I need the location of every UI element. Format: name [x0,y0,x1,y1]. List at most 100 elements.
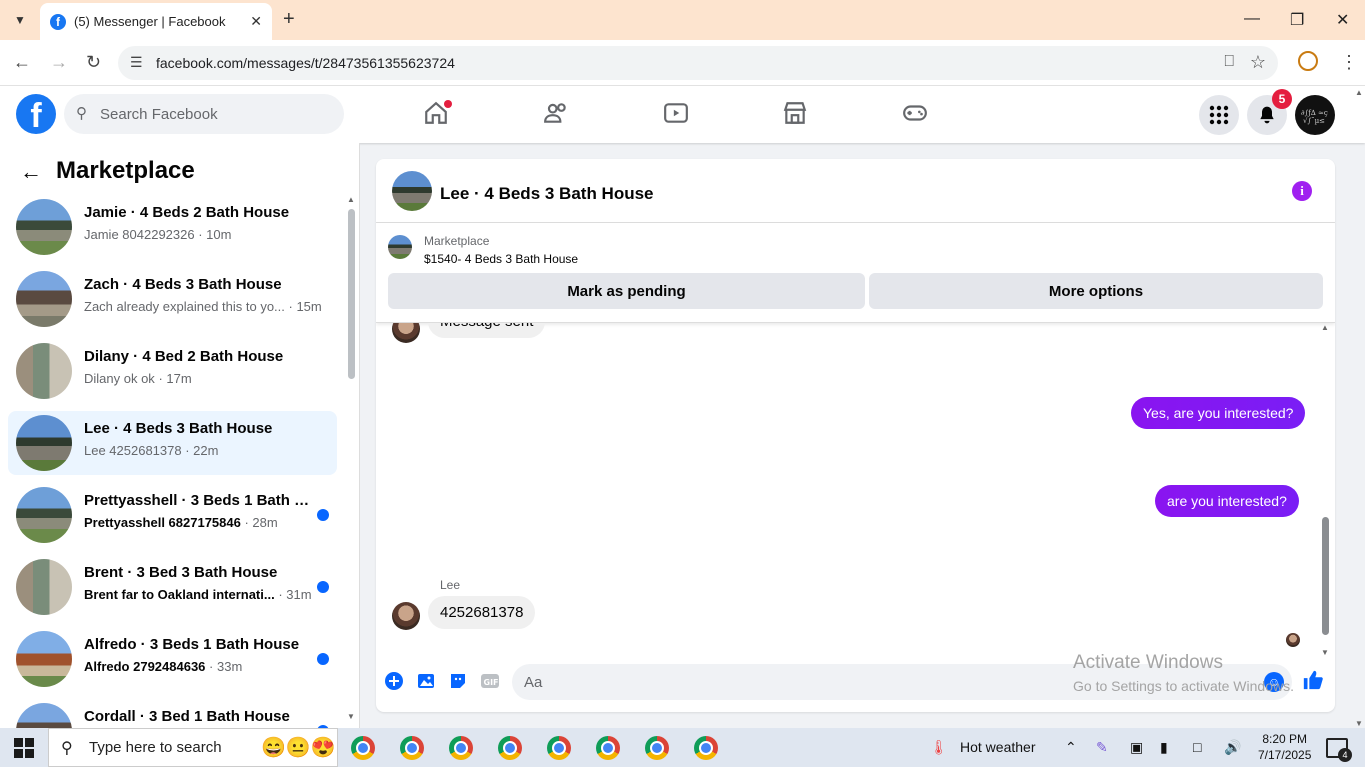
chrome-taskbar-icon[interactable] [400,736,424,760]
chat-scrollbar-thumb[interactable] [1322,517,1329,635]
chrome-taskbar-icon[interactable] [498,736,522,760]
more-options-button[interactable]: More options [869,273,1323,309]
listing-thumbnail [16,271,72,327]
clock-date: 7/17/2025 [1258,748,1312,762]
battery-icon[interactable]: ▮ [1160,739,1168,756]
unread-dot [317,653,329,665]
chat-listing-avatar[interactable] [392,171,432,211]
thermometer-icon[interactable]: 🌡 [930,739,948,756]
back-arrow-icon[interactable]: ← [20,159,42,185]
windows-taskbar: ⚲ Type here to search 😄😐😍 🌡 Hot weather … [0,728,1365,767]
listing-small-thumbnail [388,235,412,259]
chrome-taskbar-icon[interactable] [449,736,473,760]
meet-icon[interactable]: ▣ [1130,739,1143,756]
add-icon[interactable] [383,670,405,692]
photo-icon[interactable] [415,670,437,692]
back-icon[interactable]: ← [13,52,31,73]
install-app-icon[interactable]: ⎕ [1224,53,1234,71]
gaming-icon[interactable] [895,100,935,130]
notification-count-badge: 5 [1272,89,1292,109]
message-input[interactable]: Aa ☺ [512,664,1292,700]
account-avatar[interactable]: ∂∫ƒ∆ ≈ç √∫˜µ≤ [1295,95,1335,135]
chrome-taskbar-icon[interactable] [645,736,669,760]
url-text: facebook.com/messages/t/2847356135562372… [156,55,455,71]
chat-header: Lee · 4 Beds 3 Bath House i [376,159,1335,223]
tray-chevron-icon[interactable]: ⌃ [1065,739,1077,756]
facebook-header: f ⚲ Search Facebook 5 ∂∫ƒ∆ ≈ç √∫˜µ≤ [0,86,1365,143]
listing-title[interactable]: $1540- 4 Beds 3 Bath House [424,252,578,266]
listing-thumbnail [16,487,72,543]
action-center-icon[interactable]: 4 [1326,738,1352,762]
marketplace-icon[interactable] [775,100,815,130]
conversation-preview: Lee 4252681378 · 22m [84,443,219,458]
contact-avatar [392,602,420,630]
windows-start-icon[interactable] [14,738,34,758]
volume-icon[interactable]: 🔊 [1224,739,1241,756]
conversation-item[interactable]: Alfredo · 3 Beds 1 Bath House Alfredo 27… [8,627,337,691]
like-thumb-icon[interactable] [1302,669,1324,691]
tab-search-dropdown-icon[interactable]: ▼ [8,8,32,32]
tab-title: (5) Messenger | Facebook [74,14,226,29]
browser-tab[interactable]: f (5) Messenger | Facebook ✕ [40,3,272,40]
conversation-item[interactable]: Prettyasshell · 3 Beds 1 Bath H... Prett… [8,483,337,547]
unread-dot [317,509,329,521]
close-tab-icon[interactable]: ✕ [250,13,262,30]
sidebar-title: Marketplace [56,157,195,184]
chrome-taskbar-icon[interactable] [351,736,375,760]
conversation-item[interactable]: Zach · 4 Beds 3 Bath House Zach already … [8,267,337,331]
facebook-search-input[interactable]: ⚲ Search Facebook [64,94,344,134]
browser-menu-icon[interactable]: ⋮ [1340,52,1358,73]
contact-avatar [392,323,420,343]
listing-thumbnail [16,199,72,255]
conversation-preview: Jamie 8042292326 · 10m [84,227,232,242]
search-placeholder: Search Facebook [100,105,218,123]
bookmark-star-icon[interactable]: ☆ [1250,52,1266,73]
conversation-name: Lee · 4 Beds 3 Bath House [84,420,273,437]
conversation-name: Zach · 4 Beds 3 Bath House [84,276,282,293]
facebook-logo-icon[interactable]: f [16,94,56,134]
chat-title[interactable]: Lee · 4 Beds 3 Bath House [440,184,654,204]
network-icon[interactable]: □ [1193,739,1201,755]
site-settings-icon[interactable]: ☰ [130,54,143,71]
sticker-icon[interactable] [447,670,469,692]
outgoing-message: are you interested? [1155,485,1299,517]
system-clock[interactable]: 8:20 PM 7/17/2025 [1258,731,1311,763]
info-icon[interactable]: i [1292,181,1312,201]
page-scrollbar[interactable]: ▲ ▼ [1353,88,1365,728]
message-composer: GIF Aa ☺ [376,657,1335,712]
new-tab-icon[interactable]: + [283,9,295,29]
minimize-icon[interactable]: — [1244,10,1260,28]
taskbar-search-placeholder: Type here to search [89,739,222,756]
conversation-item[interactable]: Brent · 3 Bed 3 Bath House Brent far to … [8,555,337,619]
sidebar-scrollbar-thumb[interactable] [348,209,355,379]
restore-icon[interactable]: ❐ [1290,10,1304,30]
taskbar-search-input[interactable]: ⚲ Type here to search 😄😐😍 [48,728,338,767]
message-sender-name: Lee [440,578,461,592]
url-field[interactable]: ☰ facebook.com/messages/t/28473561355623… [118,46,1278,80]
chat-panel: Lee · 4 Beds 3 Bath House i Marketplace … [376,159,1335,712]
pen-icon[interactable]: ✎ [1096,739,1108,756]
message-list: Message sent Yes, are you interested? ar… [376,323,1335,653]
reload-icon[interactable]: ↻ [86,52,101,73]
conversation-item[interactable]: Cordall · 3 Bed 1 Bath House [8,699,337,728]
conversation-item-selected[interactable]: Lee · 4 Beds 3 Bath House Lee 4252681378… [8,411,337,475]
gif-icon[interactable]: GIF [479,670,501,692]
weather-text[interactable]: Hot weather [960,739,1035,755]
svg-text:∂∫ƒ∆ ≈ç: ∂∫ƒ∆ ≈ç [1301,109,1328,117]
video-icon[interactable] [656,100,696,130]
forward-icon[interactable]: → [50,52,68,73]
mark-as-pending-button[interactable]: Mark as pending [388,273,865,309]
profile-icon[interactable] [1298,51,1318,71]
chrome-taskbar-icon[interactable] [694,736,718,760]
conversation-item[interactable]: Jamie · 4 Beds 2 Bath House Jamie 804229… [8,195,337,259]
conversation-item[interactable]: Dilany · 4 Bed 2 Bath House Dilany ok ok… [8,339,337,403]
close-window-icon[interactable]: ✕ [1336,10,1349,30]
conversation-name: Brent · 3 Bed 3 Bath House [84,564,278,581]
conversation-name: Prettyasshell · 3 Beds 1 Bath H... [84,492,314,509]
emoji-icon[interactable]: ☺ [1264,672,1284,692]
chrome-taskbar-icon[interactable] [596,736,620,760]
menu-grid-icon[interactable] [1199,95,1239,135]
chrome-taskbar-icon[interactable] [547,736,571,760]
svg-text:GIF: GIF [484,678,499,687]
friends-icon[interactable] [536,100,576,130]
